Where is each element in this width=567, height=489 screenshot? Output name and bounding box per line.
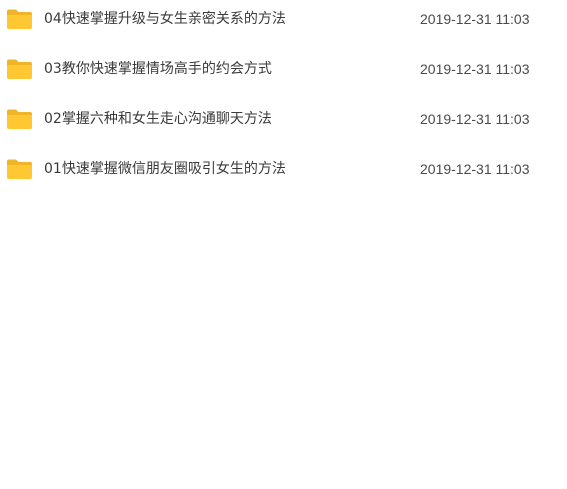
list-item[interactable]: 01快速掌握微信朋友圈吸引女生的方法 2019-12-31 11:03	[0, 144, 567, 194]
folder-icon	[7, 109, 32, 129]
folder-icon	[7, 59, 32, 79]
folder-icon	[7, 9, 32, 29]
list-item[interactable]: 02掌握六种和女生走心沟通聊天方法 2019-12-31 11:03	[0, 94, 567, 144]
file-name: 01快速掌握微信朋友圈吸引女生的方法	[44, 161, 286, 177]
file-list: 04快速掌握升级与女生亲密关系的方法 2019-12-31 11:03 03教你…	[0, 0, 567, 194]
modified-date: 2019-12-31 11:03	[420, 111, 530, 127]
folder-icon	[7, 159, 32, 179]
list-item[interactable]: 04快速掌握升级与女生亲密关系的方法 2019-12-31 11:03	[0, 0, 567, 44]
file-name: 02掌握六种和女生走心沟通聊天方法	[44, 111, 272, 127]
modified-date: 2019-12-31 11:03	[420, 11, 530, 27]
modified-date: 2019-12-31 11:03	[420, 161, 530, 177]
file-name: 03教你快速掌握情场高手的约会方式	[44, 61, 272, 77]
file-name: 04快速掌握升级与女生亲密关系的方法	[44, 11, 286, 27]
modified-date: 2019-12-31 11:03	[420, 61, 530, 77]
list-item[interactable]: 03教你快速掌握情场高手的约会方式 2019-12-31 11:03	[0, 44, 567, 94]
